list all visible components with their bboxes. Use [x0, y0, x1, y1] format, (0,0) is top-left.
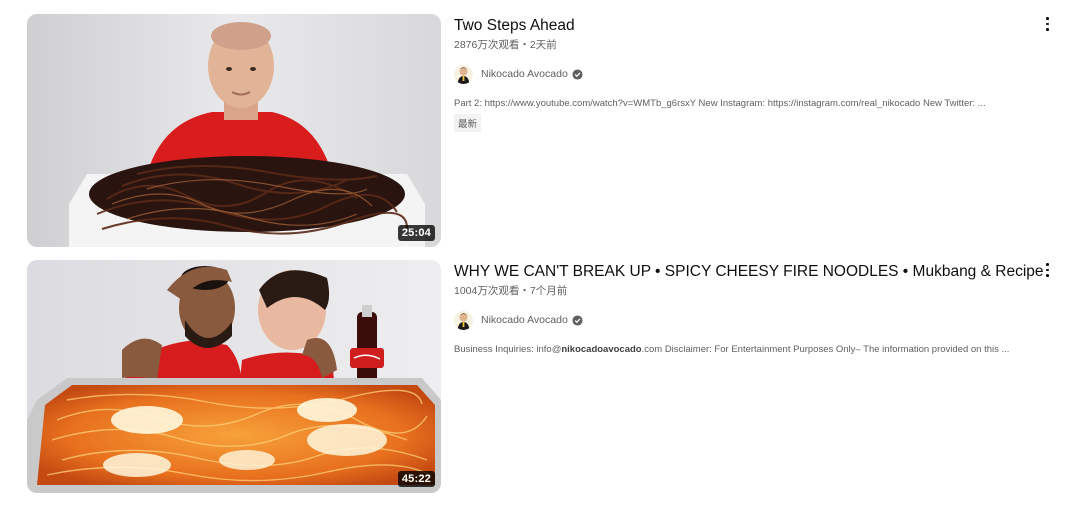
channel-link-1[interactable]: Nikocado Avocado	[454, 63, 1034, 85]
search-results: 25:04 Two Steps Ahead 2876万次观看・2天前 Nikoc…	[0, 0, 1080, 513]
video-thumbnail-2[interactable]: 45:22	[27, 260, 441, 493]
more-vert-icon[interactable]	[1041, 16, 1053, 32]
video-duration-1: 25:04	[397, 225, 435, 241]
more-vert-icon[interactable]	[1041, 262, 1053, 278]
description-text-pre: Business Inquiries: info@	[454, 344, 562, 355]
video-duration-2: 45:22	[397, 471, 435, 487]
channel-avatar-icon[interactable]	[454, 310, 473, 330]
video-info-2: WHY WE CAN'T BREAK UP • SPICY CHEESY FIR…	[454, 260, 1044, 357]
video-title-2[interactable]: WHY WE CAN'T BREAK UP • SPICY CHEESY FIR…	[454, 261, 1044, 283]
video-thumbnail-1[interactable]: 25:04	[27, 14, 441, 247]
video-description-2: Business Inquiries: info@nikocadoavocado…	[454, 343, 1034, 357]
verified-check-icon	[572, 68, 583, 80]
channel-name-2[interactable]: Nikocado Avocado	[481, 314, 568, 326]
video-result-2[interactable]: 45:22 WHY WE CAN'T BREAK UP • SPICY CHEE…	[27, 260, 1067, 493]
video-info-1: Two Steps Ahead 2876万次观看・2天前 Nikocado Av…	[454, 14, 1034, 132]
channel-name-1[interactable]: Nikocado Avocado	[481, 68, 568, 80]
thumbnail-image-2	[27, 260, 441, 493]
video-meta-1: 2876万次观看・2天前	[454, 39, 557, 51]
description-text-post: .com Disclaimer: For Entertainment Purpo…	[641, 344, 1010, 355]
channel-link-2[interactable]: Nikocado Avocado	[454, 309, 1034, 331]
channel-avatar-icon[interactable]	[454, 64, 473, 84]
video-result-1[interactable]: 25:04 Two Steps Ahead 2876万次观看・2天前 Nikoc…	[27, 14, 1067, 247]
verified-check-icon	[572, 314, 583, 326]
video-meta-2: 1004万次观看・7个月前	[454, 285, 568, 297]
new-badge: 最新	[454, 114, 482, 132]
thumbnail-image-1	[27, 14, 441, 247]
video-title-1[interactable]: Two Steps Ahead	[454, 15, 1034, 37]
video-description-1: Part 2: https://www.youtube.com/watch?v=…	[454, 98, 986, 109]
description-highlight: nikocadoavocado	[561, 344, 642, 355]
